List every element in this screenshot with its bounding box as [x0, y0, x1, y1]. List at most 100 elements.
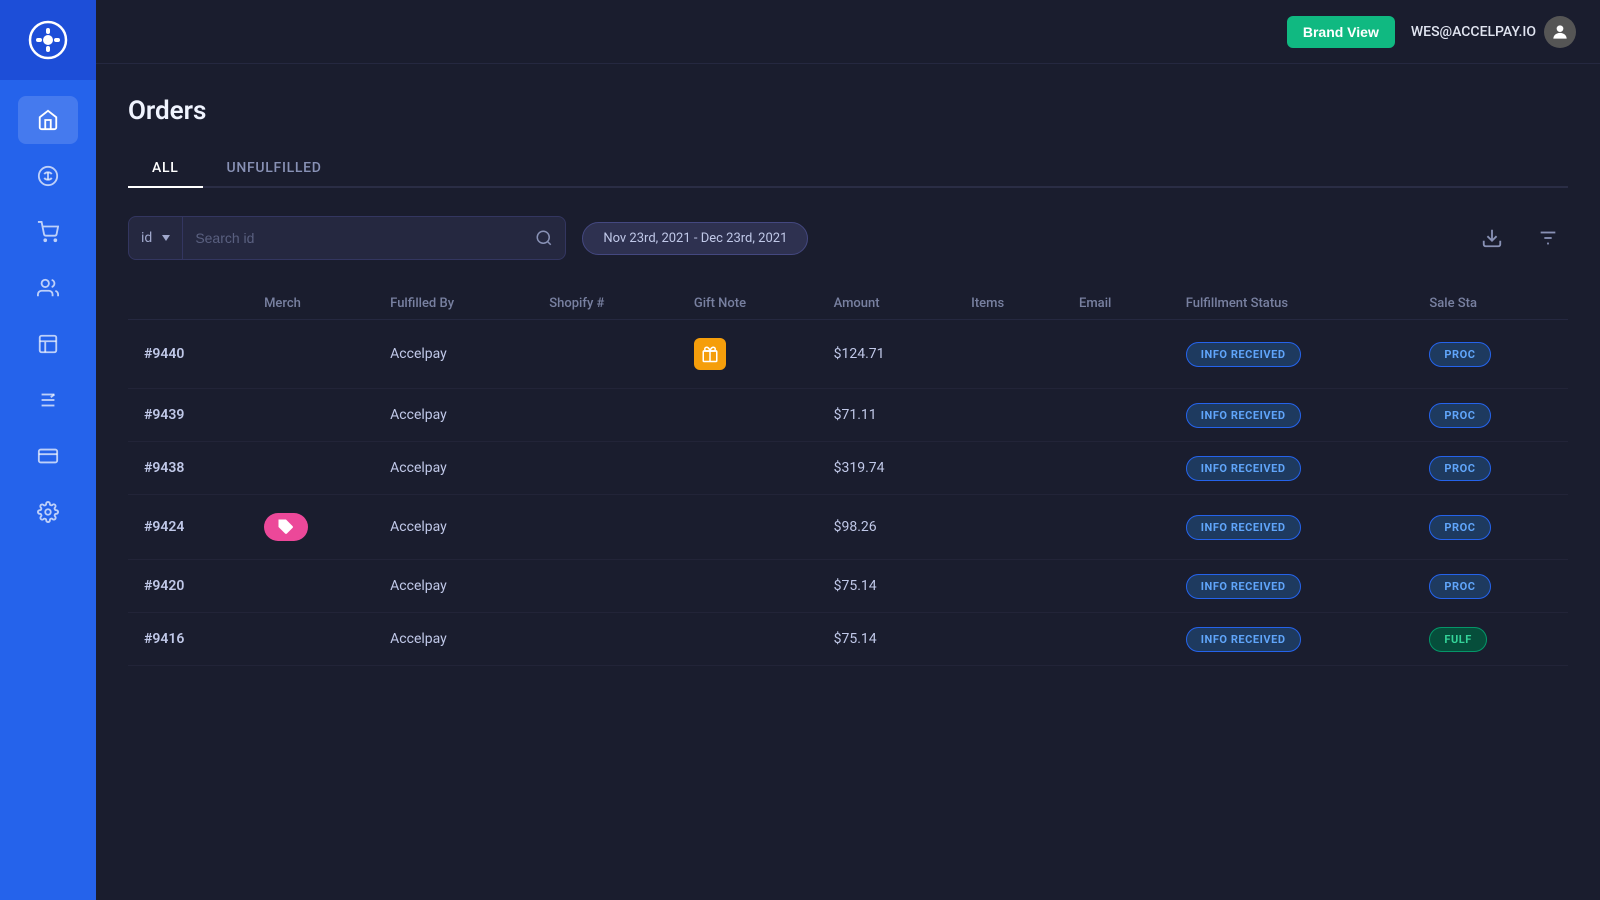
user-info: WES@ACCELPAY.IO [1411, 16, 1576, 48]
table-row[interactable]: #9439 Accelpay $71.11 INFO RECEIVED PROC [128, 389, 1568, 442]
order-fulfilled-by: Accelpay [374, 495, 533, 560]
orders-table: Merch Fulfilled By Shopify # Gift Note A… [128, 288, 1568, 666]
order-fulfillment-status: INFO RECEIVED [1170, 389, 1414, 442]
search-container: id [128, 216, 566, 260]
order-merch [248, 389, 374, 442]
order-sale-status: PROC [1413, 495, 1568, 560]
order-amount: $71.11 [818, 389, 956, 442]
col-header-shopify: Shopify # [533, 288, 678, 320]
sidebar-item-home[interactable] [18, 96, 78, 144]
col-header-gift-note: Gift Note [678, 288, 818, 320]
sidebar-item-card[interactable] [18, 432, 78, 480]
sidebar [0, 0, 96, 900]
col-header-email: Email [1063, 288, 1170, 320]
col-header-fulfillment-status: Fulfillment Status [1170, 288, 1414, 320]
order-sale-status: PROC [1413, 442, 1568, 495]
topbar: Brand View WES@ACCELPAY.IO [96, 0, 1600, 64]
table-row[interactable]: #9438Accelpay$319.74INFO RECEIVEDPROC [128, 442, 1568, 495]
order-fulfillment-status: INFO RECEIVED [1170, 613, 1414, 666]
sale-status-badge: PROC [1429, 456, 1490, 481]
search-button[interactable] [523, 229, 565, 247]
sidebar-logo[interactable] [0, 0, 96, 80]
sale-status-badge: PROC [1429, 515, 1490, 540]
order-items [955, 442, 1063, 495]
order-fulfilled-by: Accelpay [374, 442, 533, 495]
fulfillment-status-badge: INFO RECEIVED [1186, 627, 1301, 652]
page-content: Orders ALL UNFULFILLED id Nov 23rd, 2021… [96, 64, 1600, 900]
download-button[interactable] [1472, 218, 1512, 258]
col-header-amount: Amount [818, 288, 956, 320]
order-shopify-num [533, 320, 678, 389]
order-shopify-num [533, 442, 678, 495]
sidebar-item-cart[interactable] [18, 208, 78, 256]
sidebar-item-tools[interactable] [18, 376, 78, 424]
col-header-sale-status: Sale Sta [1413, 288, 1568, 320]
order-amount: $124.71 [818, 320, 956, 389]
date-range-picker[interactable]: Nov 23rd, 2021 - Dec 23rd, 2021 [582, 222, 808, 255]
order-merch [248, 560, 374, 613]
merch-tag-badge [264, 513, 308, 541]
fulfillment-status-badge: INFO RECEIVED [1186, 515, 1301, 540]
table-row[interactable]: #9424 Accelpay $98.26 INFO RECEIVED PROC [128, 495, 1568, 560]
order-amount: $75.14 [818, 560, 956, 613]
order-shopify-num [533, 560, 678, 613]
order-gift-note [678, 613, 818, 666]
order-id: #9420 [128, 560, 248, 613]
order-shopify-num [533, 389, 678, 442]
sidebar-item-settings[interactable] [18, 488, 78, 536]
order-email [1063, 320, 1170, 389]
order-amount: $98.26 [818, 495, 956, 560]
user-email: WES@ACCELPAY.IO [1411, 24, 1536, 40]
order-id: #9424 [128, 495, 248, 560]
order-items [955, 389, 1063, 442]
order-fulfilled-by: Accelpay [374, 320, 533, 389]
page-title: Orders [128, 96, 1568, 126]
filter-bar: id Nov 23rd, 2021 - Dec 23rd, 2021 [128, 216, 1568, 260]
order-fulfilled-by: Accelpay [374, 613, 533, 666]
fulfillment-status-badge: INFO RECEIVED [1186, 342, 1301, 367]
sale-status-badge: PROC [1429, 403, 1490, 428]
order-merch [248, 442, 374, 495]
search-prefix-dropdown[interactable]: id [129, 217, 183, 259]
order-email [1063, 560, 1170, 613]
order-email [1063, 389, 1170, 442]
search-input[interactable] [183, 230, 523, 246]
sidebar-item-chart[interactable] [18, 320, 78, 368]
order-gift-note [678, 442, 818, 495]
order-email [1063, 613, 1170, 666]
order-items [955, 560, 1063, 613]
order-fulfillment-status: INFO RECEIVED [1170, 320, 1414, 389]
order-sale-status: PROC [1413, 320, 1568, 389]
order-fulfilled-by: Accelpay [374, 389, 533, 442]
order-shopify-num [533, 495, 678, 560]
chevron-down-icon [162, 235, 170, 241]
order-amount: $319.74 [818, 442, 956, 495]
table-row[interactable]: #9416Accelpay$75.14INFO RECEIVEDFULF [128, 613, 1568, 666]
table-row[interactable]: #9440Accelpay$124.71INFO RECEIVEDPROC [128, 320, 1568, 389]
order-gift-note [678, 320, 818, 389]
order-id: #9439 [128, 389, 248, 442]
tab-all[interactable]: ALL [128, 150, 203, 188]
table-row[interactable]: #9420Accelpay$75.14INFO RECEIVEDPROC [128, 560, 1568, 613]
brand-view-button[interactable]: Brand View [1287, 16, 1395, 48]
tab-unfulfilled[interactable]: UNFULFILLED [203, 150, 346, 188]
col-header-merch: Merch [248, 288, 374, 320]
user-avatar-icon[interactable] [1544, 16, 1576, 48]
order-shopify-num [533, 613, 678, 666]
sidebar-nav [0, 80, 96, 552]
search-prefix-label: id [141, 230, 152, 246]
order-gift-note [678, 495, 818, 560]
col-header-fulfilled-by: Fulfilled By [374, 288, 533, 320]
sidebar-item-users[interactable] [18, 264, 78, 312]
order-fulfillment-status: INFO RECEIVED [1170, 442, 1414, 495]
sidebar-item-dollar[interactable] [18, 152, 78, 200]
order-gift-note [678, 389, 818, 442]
gift-note-icon [694, 338, 726, 370]
filter-button[interactable] [1528, 218, 1568, 258]
order-fulfilled-by: Accelpay [374, 560, 533, 613]
order-sale-status: FULF [1413, 613, 1568, 666]
order-merch [248, 495, 374, 560]
order-email [1063, 495, 1170, 560]
tabs-bar: ALL UNFULFILLED [128, 150, 1568, 188]
order-fulfillment-status: INFO RECEIVED [1170, 495, 1414, 560]
